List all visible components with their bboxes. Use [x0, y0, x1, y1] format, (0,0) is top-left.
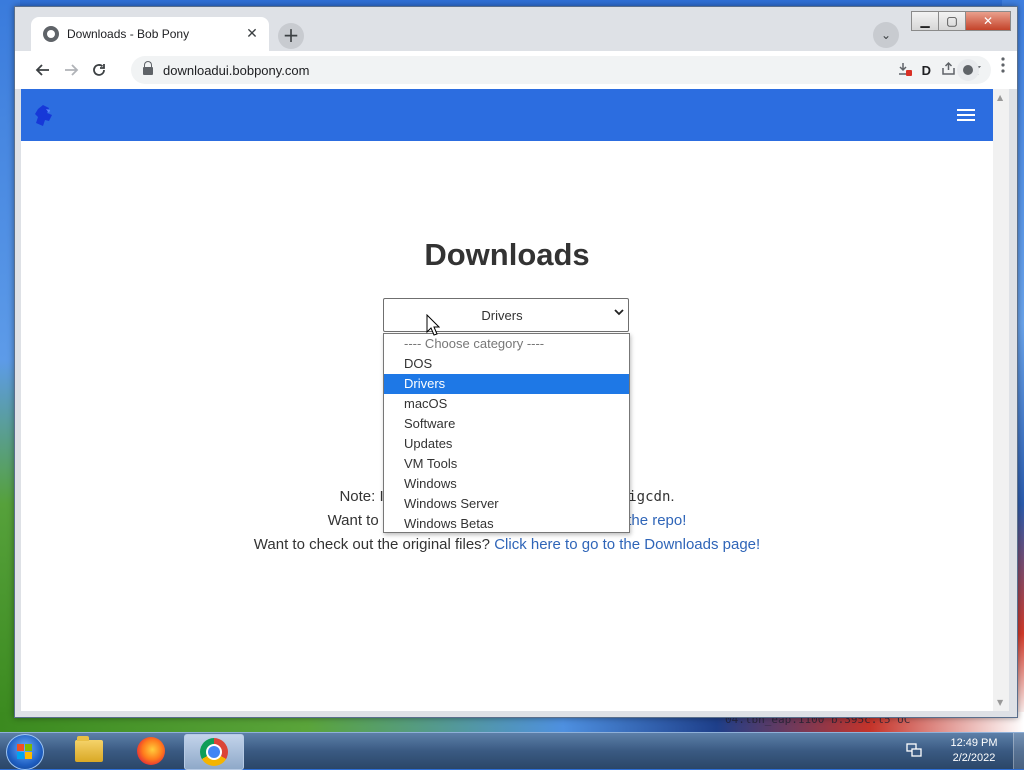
tab-strip: Downloads - Bob Pony ✕ + ⌄ ▁ ▢ ✕ — [15, 7, 1017, 51]
taskbar-firefox[interactable] — [122, 734, 180, 768]
share-icon[interactable] — [941, 61, 956, 80]
category-dropdown-list: ---- Choose category ---- DOS Drivers ma… — [383, 333, 630, 533]
tab-title: Downloads - Bob Pony — [67, 27, 190, 41]
show-desktop-button[interactable] — [1013, 733, 1024, 769]
chrome-icon — [200, 738, 228, 766]
tab-search-button[interactable]: ⌄ — [873, 22, 899, 48]
clock-time: 12:49 PM — [950, 737, 998, 749]
url-text[interactable]: downloadui.bobpony.com — [163, 63, 898, 78]
page-title: Downloads — [424, 237, 590, 272]
site-navbar — [21, 89, 993, 141]
profile-icon[interactable] — [957, 59, 979, 81]
dropdown-option-updates[interactable]: Updates — [384, 434, 629, 454]
dropdown-option-macos[interactable]: macOS — [384, 394, 629, 414]
system-tray: 12:49 PM 2/2/2022 — [906, 733, 1024, 769]
repo-link[interactable]: the repo! — [627, 512, 686, 529]
start-button[interactable] — [6, 734, 44, 770]
category-select-value: Drivers — [481, 308, 523, 323]
forward-button[interactable] — [57, 56, 85, 84]
dropdown-option-windows[interactable]: Windows — [384, 474, 629, 494]
dropdown-option-dos[interactable]: DOS — [384, 354, 629, 374]
browser-toolbar: downloadui.bobpony.com D — [15, 51, 1017, 89]
taskbar-explorer[interactable] — [60, 734, 118, 768]
close-window-button[interactable]: ✕ — [965, 11, 1011, 31]
chevron-down-icon — [614, 307, 624, 320]
reload-button[interactable] — [85, 56, 113, 84]
lock-icon[interactable] — [143, 61, 153, 75]
globe-icon — [43, 26, 59, 42]
hamburger-menu-icon[interactable] — [957, 109, 975, 121]
new-tab-button[interactable]: + — [278, 23, 304, 49]
note-line-2-start: Want to h — [327, 512, 392, 529]
network-icon[interactable] — [906, 742, 922, 758]
system-clock[interactable]: 12:49 PM 2/2/2022 — [934, 736, 1014, 766]
address-bar[interactable]: downloadui.bobpony.com D — [131, 56, 991, 84]
dropdown-option-windows-betas[interactable]: Windows Betas — [384, 514, 629, 534]
arrow-left-icon — [35, 64, 49, 76]
folder-icon — [75, 736, 103, 762]
minimize-button[interactable]: ▁ — [911, 11, 939, 31]
dropdown-option-windows-server[interactable]: Windows Server — [384, 494, 629, 514]
reload-icon — [93, 64, 105, 76]
taskbar: 12:49 PM 2/2/2022 — [0, 732, 1024, 770]
tab-downloads[interactable]: Downloads - Bob Pony ✕ — [31, 17, 269, 51]
note-line-1-start: Note: If — [339, 488, 388, 505]
page-scrollbar[interactable]: ▲ ▼ — [993, 89, 1009, 711]
profile-avatar — [963, 65, 973, 75]
kebab-menu-icon[interactable] — [1001, 57, 1005, 78]
note-line-3-text: Want to check out the original files? — [253, 536, 491, 553]
dropdown-option-drivers[interactable]: Drivers — [384, 374, 629, 394]
window-controls: ▁ ▢ ✕ — [911, 11, 1011, 31]
browser-window: Downloads - Bob Pony ✕ + ⌄ ▁ ▢ ✕ downloa… — [14, 6, 1018, 718]
category-select[interactable]: Drivers — [383, 298, 629, 332]
page-viewport: Downloads Drivers ---- Choose category -… — [21, 89, 993, 711]
scroll-up-icon[interactable]: ▲ — [997, 93, 1003, 102]
dropdown-option-software[interactable]: Software — [384, 414, 629, 434]
maximize-button[interactable]: ▢ — [938, 11, 966, 31]
mouse-pointer-icon — [426, 313, 441, 340]
back-button[interactable] — [29, 56, 57, 84]
downloads-page-link[interactable]: Click here to go to the Downloads page! — [494, 536, 760, 553]
firefox-icon — [137, 737, 165, 765]
tab-close-icon[interactable]: ✕ — [243, 25, 261, 43]
extension-d-icon[interactable]: D — [922, 63, 931, 78]
windows-logo-icon — [17, 744, 33, 760]
taskbar-chrome[interactable] — [184, 734, 244, 770]
dropdown-option-vm-tools[interactable]: VM Tools — [384, 454, 629, 474]
clock-date: 2/2/2022 — [952, 752, 996, 764]
note-line-3: Want to check out the original files? Cl… — [21, 533, 993, 557]
dropdown-option-placeholder[interactable]: ---- Choose category ---- — [384, 334, 629, 354]
arrow-right-icon — [65, 64, 79, 76]
download-blocked-icon[interactable] — [898, 61, 912, 80]
note-line-1-end: . — [670, 488, 675, 505]
bobpony-logo-icon[interactable] — [33, 103, 57, 129]
scroll-down-icon[interactable]: ▼ — [997, 698, 1003, 707]
